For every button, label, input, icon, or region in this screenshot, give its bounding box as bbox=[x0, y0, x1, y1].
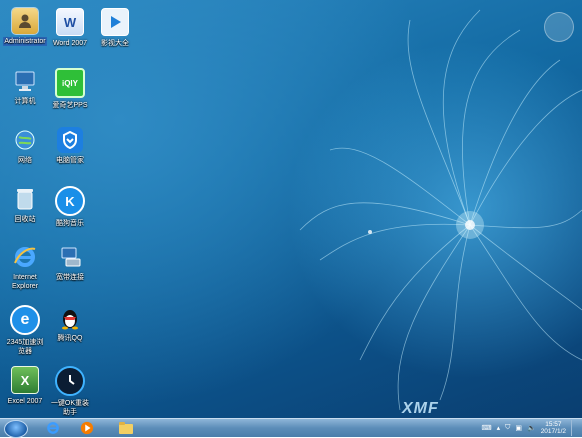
reinstall-tool-icon bbox=[55, 366, 85, 396]
iqiyi-icon: iQIY bbox=[55, 68, 85, 98]
icon-label: 网络 bbox=[18, 157, 32, 164]
icon-label: 影视大全 bbox=[101, 40, 129, 47]
desktop-icon-2345-browser[interactable]: e 2345加速浏 览器 bbox=[3, 305, 47, 356]
icon-label: 2345加速浏 览器 bbox=[6, 339, 44, 355]
desktop-icon-qq[interactable]: 腾讯QQ bbox=[48, 305, 92, 343]
desktop-icon-excel[interactable]: X Excel 2007 bbox=[3, 366, 47, 406]
icon-label: 电脑管家 bbox=[56, 157, 84, 164]
desktop-icon-iqiyi[interactable]: iQIY 爱奇艺PPS bbox=[48, 68, 92, 110]
shield-icon bbox=[57, 127, 83, 153]
desktop-icon-kugou[interactable]: K 酷狗音乐 bbox=[48, 186, 92, 228]
system-tray: ⌨ ▴ ⛉ ▣ 🔈 15:57 2017/1/2 bbox=[481, 419, 578, 437]
icon-label: 腾讯QQ bbox=[57, 335, 83, 342]
recycle-bin-icon bbox=[12, 186, 38, 212]
kugou-music-icon: K bbox=[55, 186, 85, 216]
taskbar-ie-button[interactable] bbox=[44, 420, 62, 436]
media-player-icon bbox=[80, 421, 94, 435]
icon-label: 一键OK重装 助手 bbox=[50, 400, 90, 416]
internet-explorer-icon bbox=[12, 244, 38, 270]
icon-label: 爱奇艺PPS bbox=[52, 102, 88, 109]
video-player-icon bbox=[101, 8, 129, 36]
user-folder-icon bbox=[11, 7, 39, 35]
show-desktop-button[interactable] bbox=[571, 420, 578, 436]
icon-label: 宽带连接 bbox=[56, 274, 84, 281]
internet-explorer-icon bbox=[47, 422, 59, 434]
desktop-icon-pc-manager[interactable]: 电脑管家 bbox=[48, 127, 92, 165]
icon-label: Internet Explorer bbox=[11, 274, 39, 290]
clock-time: 15:57 bbox=[545, 420, 562, 428]
icon-label: 回收站 bbox=[14, 216, 36, 223]
desktop-icon-reinstall-helper[interactable]: 一键OK重装 助手 bbox=[48, 366, 92, 417]
network-icon[interactable]: ▣ bbox=[515, 424, 522, 432]
desktop-icon-video[interactable]: 影视大全 bbox=[93, 8, 137, 48]
icon-label: 酷狗音乐 bbox=[56, 220, 84, 227]
desktop-icon-network[interactable]: 网络 bbox=[3, 127, 47, 165]
icon-label: Excel 2007 bbox=[7, 398, 43, 405]
taskbar: ⌨ ▴ ⛉ ▣ 🔈 15:57 2017/1/2 bbox=[0, 418, 582, 438]
desktop-icon-broadband[interactable]: 宽带连接 bbox=[48, 244, 92, 282]
taskbar-explorer-button[interactable] bbox=[116, 420, 136, 436]
network-globe-icon bbox=[12, 127, 38, 153]
volume-icon[interactable]: 🔈 bbox=[527, 424, 536, 432]
wallpaper-logo: XMF bbox=[402, 400, 439, 417]
icon-label: 计算机 bbox=[14, 98, 36, 105]
browser-2345-icon: e bbox=[10, 305, 40, 335]
folder-icon bbox=[119, 422, 133, 434]
icon-label: Administrator bbox=[3, 37, 47, 46]
excel-icon: X bbox=[11, 366, 39, 394]
computer-icon bbox=[12, 68, 38, 94]
taskbar-media-player-button[interactable] bbox=[78, 420, 96, 436]
start-button[interactable] bbox=[4, 420, 28, 438]
clock[interactable]: 15:57 2017/1/2 bbox=[541, 421, 566, 436]
desktop-icon-administrator[interactable]: Administrator bbox=[3, 7, 47, 46]
desktop-icon-recycle-bin[interactable]: 回收站 bbox=[3, 186, 47, 224]
shield-icon[interactable]: ⛉ bbox=[505, 424, 510, 432]
desktop-icon-word[interactable]: W Word 2007 bbox=[48, 8, 92, 48]
word-icon: W bbox=[56, 8, 84, 36]
desktop-icon-internet-explorer[interactable]: Internet Explorer bbox=[3, 244, 47, 291]
desktop-icon-computer[interactable]: 计算机 bbox=[3, 68, 47, 106]
penguin-icon bbox=[57, 305, 83, 331]
tray-expand-icon[interactable]: ▴ bbox=[497, 424, 501, 432]
desktop-gadget[interactable] bbox=[544, 12, 574, 42]
clock-date: 2017/1/2 bbox=[540, 428, 566, 435]
icon-label: Word 2007 bbox=[52, 40, 88, 47]
broadband-connection-icon bbox=[57, 244, 83, 270]
desktop[interactable]: Administrator 计算机 网络 回收站 Internet Explore… bbox=[0, 0, 582, 418]
keyboard-icon[interactable]: ⌨ bbox=[481, 424, 491, 432]
